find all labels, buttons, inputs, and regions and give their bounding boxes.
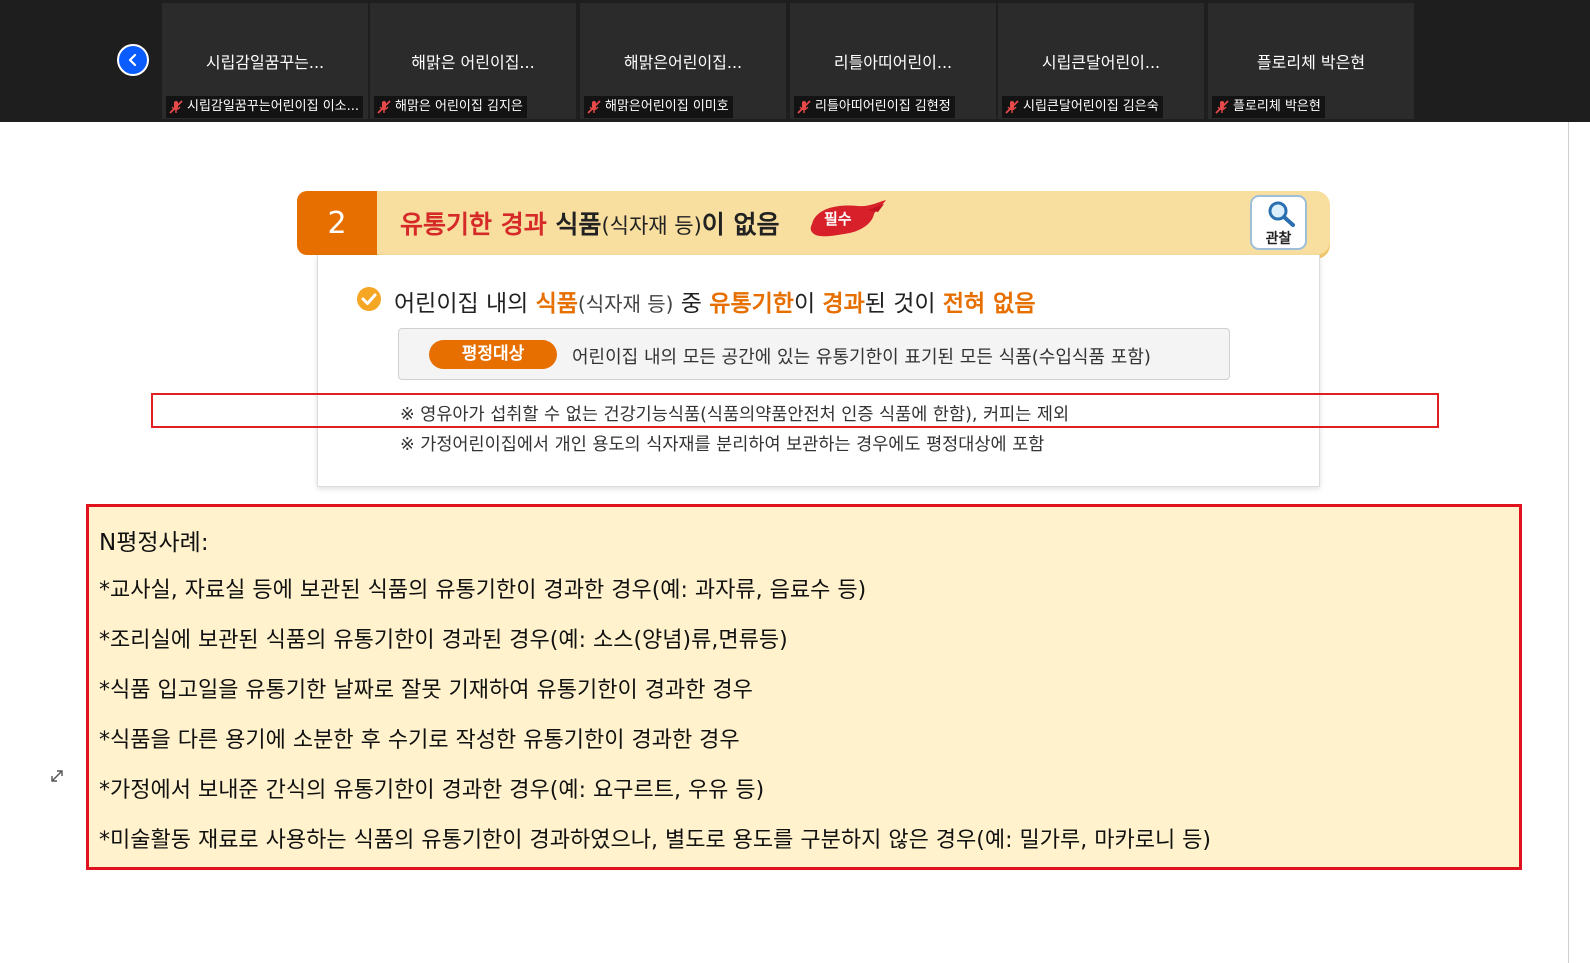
participant-tile[interactable]: 해맑은어린이집... 해맑은어린이집 이미호 (580, 3, 786, 119)
case-item: *가정에서 보내준 간식의 유통기한이 경과한 경우(예: 요구르트, 우유 등… (99, 778, 765, 803)
participant-tile-name: 플로리체 박은현 (1256, 53, 1366, 72)
participant-name-label: 리틀아띠어린이집 김현정 (794, 96, 955, 118)
case-item: *교사실, 자료실 등에 보관된 식품의 유통기한이 경과한 경우(예: 과자류… (99, 578, 867, 603)
mic-muted-icon (169, 100, 183, 114)
mic-muted-icon (587, 100, 601, 114)
participant-name-label: 시립큰달어린이집 김은숙 (1002, 96, 1163, 118)
observe-button[interactable]: 관찰 (1250, 195, 1307, 250)
target-description: 어린이집 내의 모든 공간에 있는 유통기한이 표기된 모든 식품(수입식품 포… (572, 347, 1151, 368)
item-title: 유통기한 경과 식품(식자재 등)이 없음 (400, 210, 780, 239)
check-circle-icon (357, 287, 381, 311)
participant-name-label: 해맑은 어린이집 김지은 (374, 96, 527, 118)
participant-tile-name: 시립큰달어린이... (1041, 53, 1161, 72)
inclusion-note: ※ 가정어린이집에서 개인 용도의 식자재를 분리하여 보관하는 경우에도 평정… (400, 435, 1045, 455)
mic-muted-icon (1215, 100, 1229, 114)
resize-icon[interactable] (49, 768, 65, 784)
mic-muted-icon (797, 100, 811, 114)
case-item: *식품을 다른 용기에 소분한 후 수기로 작성한 유통기한이 경과한 경우 (99, 728, 740, 753)
participant-tile[interactable]: 플로리체 박은현 플로리체 박은현 (1208, 3, 1414, 119)
observe-label: 관찰 (1265, 231, 1292, 247)
chevron-left-icon (128, 53, 137, 67)
case-item: *조리실에 보관된 식품의 유통기한이 경과된 경우(예: 소스(양념)류,면류… (99, 628, 788, 653)
participant-tile[interactable]: 시립큰달어린이... 시립큰달어린이집 김은숙 (998, 3, 1204, 119)
cases-title: N평정사례: (99, 530, 209, 556)
case-item: *미술활동 재료로 사용하는 식품의 유통기한이 경과하였으나, 별도로 용도를… (99, 828, 1211, 853)
participant-tile-name: 시립감일꿈꾸는... (205, 53, 325, 72)
participant-strip: 시립감일꿈꾸는... 시립감일꿈꾸는어린이집 이소... 해맑은 어린이집...… (0, 0, 1590, 122)
participant-name-label: 해맑은어린이집 이미호 (584, 96, 733, 118)
magnifier-icon (1268, 201, 1295, 227)
participant-tile-name: 리틀아띠어린이... (833, 53, 953, 72)
previous-participants-button[interactable] (117, 44, 149, 76)
participant-tile[interactable]: 리틀아띠어린이... 리틀아띠어린이집 김현정 (790, 3, 996, 119)
screen-divider (1568, 122, 1569, 963)
highlight-annotation (151, 393, 1439, 428)
required-badge: 필수 (808, 198, 888, 242)
participant-tile-name: 해맑은 어린이집... (411, 53, 535, 72)
participant-tile[interactable]: 시립감일꿈꾸는... 시립감일꿈꾸는어린이집 이소... (162, 3, 368, 119)
participant-tile-name: 해맑은어린이집... (623, 53, 743, 72)
mic-muted-icon (1005, 100, 1019, 114)
participant-tile[interactable]: 해맑은 어린이집... 해맑은 어린이집 김지은 (370, 3, 576, 119)
case-item: *식품 입고일을 유통기한 날짜로 잘못 기재하여 유통기한이 경과한 경우 (99, 678, 753, 703)
target-badge: 평정대상 (429, 340, 557, 369)
criterion-statement: 어린이집 내의 식품(식자재 등) 중 유통기한이 경과된 것이 전혀 없음 (394, 291, 1036, 317)
participant-name-label: 플로리체 박은현 (1212, 96, 1325, 118)
participant-name-label: 시립감일꿈꾸는어린이집 이소... (166, 96, 364, 118)
mic-muted-icon (377, 100, 391, 114)
item-number: 2 (297, 191, 377, 255)
